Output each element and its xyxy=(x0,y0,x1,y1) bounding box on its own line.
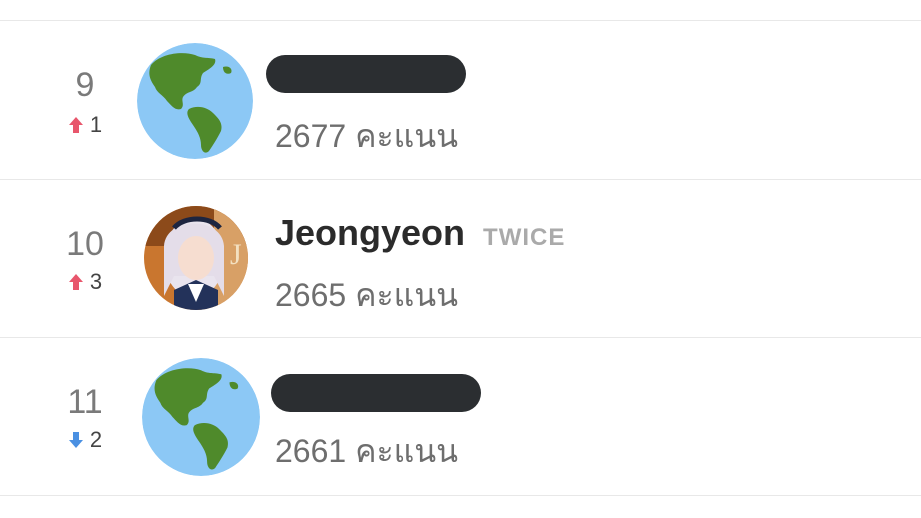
divider xyxy=(0,495,921,496)
rank-number: 9 xyxy=(75,66,95,104)
rank-change-value: 2 xyxy=(89,427,103,452)
score-unit: คะแนน xyxy=(355,277,459,313)
rank-change: 2 xyxy=(50,428,120,452)
arrow-up-icon xyxy=(68,117,83,133)
ranking-row[interactable]: 9 1 2677 คะแนน xyxy=(0,21,921,178)
rank-number: 11 xyxy=(67,383,103,421)
ranking-row[interactable]: 10 3 J Jeongyeon TWICE 2665 คะแนน xyxy=(0,180,921,337)
artist-name: Jeongyeon xyxy=(275,212,466,253)
rank-number: 10 xyxy=(66,225,104,263)
name-line: Jeongyeon TWICE xyxy=(275,212,565,254)
score-unit: คะแนน xyxy=(355,433,459,469)
rank-change: 1 xyxy=(50,113,120,137)
arrow-up-icon xyxy=(68,274,83,290)
redacted-name xyxy=(271,374,481,412)
rank-change: 3 xyxy=(50,270,120,294)
score: 2661 คะแนน xyxy=(275,426,458,477)
avatar: J xyxy=(144,206,248,310)
score-unit: คะแนน xyxy=(355,118,459,154)
score: 2665 คะแนน xyxy=(275,270,458,321)
score-value: 2661 xyxy=(275,433,347,469)
rank-change-value: 3 xyxy=(89,269,103,294)
globe-icon xyxy=(142,358,260,476)
score-value: 2677 xyxy=(275,118,347,154)
globe-icon xyxy=(137,43,253,159)
group-name: TWICE xyxy=(483,224,566,251)
ranking-list: 9 1 2677 คะแนน 10 3 J Jeongyeon TWICE 26… xyxy=(0,0,921,518)
ranking-row[interactable]: 11 2 2661 คะแนน xyxy=(0,338,921,495)
arrow-down-icon xyxy=(68,432,83,448)
score: 2677 คะแนน xyxy=(275,111,458,162)
rank-change-value: 1 xyxy=(89,112,103,137)
score-value: 2665 xyxy=(275,277,347,313)
redacted-name xyxy=(266,55,466,93)
svg-text:J: J xyxy=(230,238,242,271)
